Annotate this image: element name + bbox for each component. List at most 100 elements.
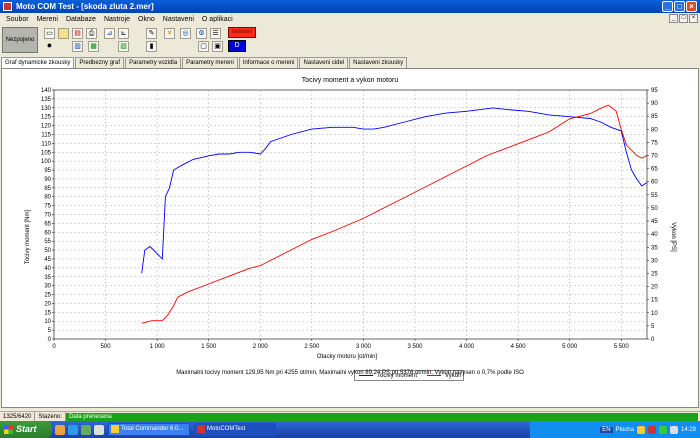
y-left-tick-label: 100	[41, 159, 52, 165]
graph-icon[interactable]: ⊾	[118, 28, 129, 39]
x-tick-label: 3 500	[407, 344, 423, 350]
y-left-tick-label: 60	[44, 230, 51, 236]
y-left-tick-label: 120	[41, 124, 52, 130]
y-left-tick-label: 110	[41, 141, 51, 147]
x-tick-label: 0	[52, 344, 56, 350]
maximize-button[interactable]: □	[674, 1, 685, 12]
y-left-tick-label: 0	[48, 337, 52, 343]
measurement-summary: Maximalni tocivy moment 129,95 Nm pri 42…	[176, 370, 524, 376]
x-tick-label: 2 000	[253, 344, 269, 350]
menu-okno[interactable]: Okno	[134, 16, 159, 23]
menu-nastaveni[interactable]: Nastaveni	[159, 16, 198, 23]
start-button[interactable]: Start	[0, 421, 52, 438]
quicklaunch-app-icon[interactable]	[94, 424, 104, 435]
tab-graf-dynamicke-zkousky[interactable]: Graf dynamicke zkousky	[1, 57, 75, 68]
desktop-toolbar[interactable]: Plocha	[616, 427, 634, 433]
menu-databaze[interactable]: Databaze	[62, 16, 100, 23]
print-icon[interactable]: ⎙	[86, 28, 97, 39]
tab-bar: Graf dynamicke zkousky Predbezny graf Pa…	[1, 57, 408, 68]
start-label: Start	[16, 424, 37, 434]
y-right-tick-label: 0	[651, 337, 655, 343]
task-total-commander[interactable]: Total Commander 6.0...	[108, 423, 190, 436]
tools-icon[interactable]: ✕	[164, 28, 175, 39]
open-folder-icon[interactable]	[58, 28, 69, 39]
x-tick-label: 3 000	[356, 344, 372, 350]
y-right-tick-label: 75	[651, 140, 658, 146]
y-right-tick-label: 95	[651, 88, 658, 94]
y-left-tick-label: 80	[44, 195, 51, 201]
motocom-icon	[197, 425, 205, 433]
tab-informace-o-mereni[interactable]: Informace o mereni	[238, 57, 299, 68]
menu-nastroje[interactable]: Nastroje	[100, 16, 134, 23]
menu-o-aplikaci[interactable]: O aplikaci	[198, 16, 237, 23]
y-axis-left-label: Tocivy moment [Nm]	[25, 209, 31, 264]
window-icon[interactable]: ▢	[198, 41, 209, 52]
drive-indicator[interactable]: D	[228, 40, 246, 52]
save-icon[interactable]: ▤	[72, 28, 83, 39]
chart-icon[interactable]: ⊿	[104, 28, 115, 39]
y-left-tick-label: 95	[44, 168, 51, 174]
y-right-tick-label: 30	[651, 258, 658, 264]
new-file-icon[interactable]: ▭	[44, 28, 55, 39]
download-label: Stazeno:	[35, 411, 67, 422]
settings-icon[interactable]: ⚙	[196, 28, 207, 39]
tray-update-icon[interactable]	[658, 425, 667, 434]
task-motocomtest[interactable]: MotoCOMTest	[194, 423, 276, 436]
y-left-tick-label: 75	[44, 204, 51, 210]
close-button[interactable]: ×	[686, 1, 697, 12]
y-left-tick-label: 50	[44, 248, 51, 254]
connection-status: Nezpojeno	[2, 27, 38, 53]
list-icon[interactable]: ☰	[210, 28, 221, 39]
tab-predbezny-graf[interactable]: Predbezny graf	[75, 57, 125, 68]
window-title: Moto COM Test - [skoda zluta 2.mer]	[16, 2, 154, 11]
mdi-close-button[interactable]: ×	[689, 14, 698, 23]
y-left-tick-label: 10	[44, 319, 51, 325]
x-tick-label: 500	[101, 344, 112, 350]
export-icon[interactable]: ▧	[118, 41, 129, 52]
task-label: MotoCOMTest	[207, 426, 246, 432]
quicklaunch-desktop-icon[interactable]	[81, 424, 91, 435]
y-right-tick-label: 40	[651, 232, 658, 238]
book-icon[interactable]: ▮	[146, 41, 157, 52]
menu-soubor[interactable]: Soubor	[2, 16, 33, 23]
clock: 14:29	[680, 426, 696, 433]
gauge-icon[interactable]: ◎	[180, 28, 191, 39]
quicklaunch-ie-icon[interactable]	[68, 424, 78, 435]
tab-nastaveni-cidel[interactable]: Nastaveni cidel	[299, 57, 349, 68]
y-left-tick-label: 30	[44, 284, 51, 290]
y-right-tick-label: 15	[651, 298, 658, 304]
y-right-tick-label: 70	[651, 154, 658, 160]
mdi-restore-button[interactable]: □	[679, 14, 688, 23]
y-left-tick-label: 140	[41, 88, 52, 94]
tray-volume-icon[interactable]	[669, 425, 678, 434]
quicklaunch-folder-icon[interactable]	[55, 424, 65, 435]
y-left-tick-label: 45	[44, 257, 51, 263]
line-chart-icon[interactable]: ▦	[88, 41, 99, 52]
y-right-tick-label: 35	[651, 245, 658, 251]
language-indicator[interactable]: EN	[600, 426, 613, 433]
tray-network-icon[interactable]	[636, 425, 645, 434]
menu-mereni[interactable]: Mereni	[33, 16, 62, 23]
image-icon[interactable]: ▣	[212, 41, 223, 52]
record-icon[interactable]: ●	[44, 41, 55, 52]
tab-parametry-vozidla[interactable]: Parametry vozidla	[125, 57, 182, 68]
reset-indicator[interactable]: Nulovani	[228, 27, 256, 38]
tray-antivirus-icon[interactable]	[647, 425, 656, 434]
chart-title: Tocivy moment a vykon motoru	[302, 77, 399, 84]
mdi-minimize-button[interactable]: _	[669, 14, 678, 23]
torque-power-chart: Tocivy moment a vykon motoru 0 500 1 000 1 …	[25, 77, 676, 360]
y-left-tick-label: 65	[44, 221, 51, 227]
y-right-tick-label: 50	[651, 206, 658, 212]
record-count: 1325/6420	[0, 411, 36, 422]
minimize-button[interactable]: _	[662, 1, 673, 12]
y-right-tick-label: 20	[651, 285, 658, 291]
y-right-tick-label: 45	[651, 219, 658, 225]
y-left-tick-label: 115	[41, 132, 51, 138]
edit-icon[interactable]: ✎	[146, 28, 157, 39]
y-left-tick-label: 55	[44, 239, 51, 245]
bar-chart-icon[interactable]: ▥	[72, 41, 83, 52]
tab-nastaveni-zkousky[interactable]: Nastaveni zkousky	[349, 57, 408, 68]
x-tick-label: 4 500	[511, 344, 527, 350]
tab-parametry-mereni[interactable]: Parametry mereni	[182, 57, 238, 68]
download-progress-bar: Data prenesena	[66, 412, 698, 421]
